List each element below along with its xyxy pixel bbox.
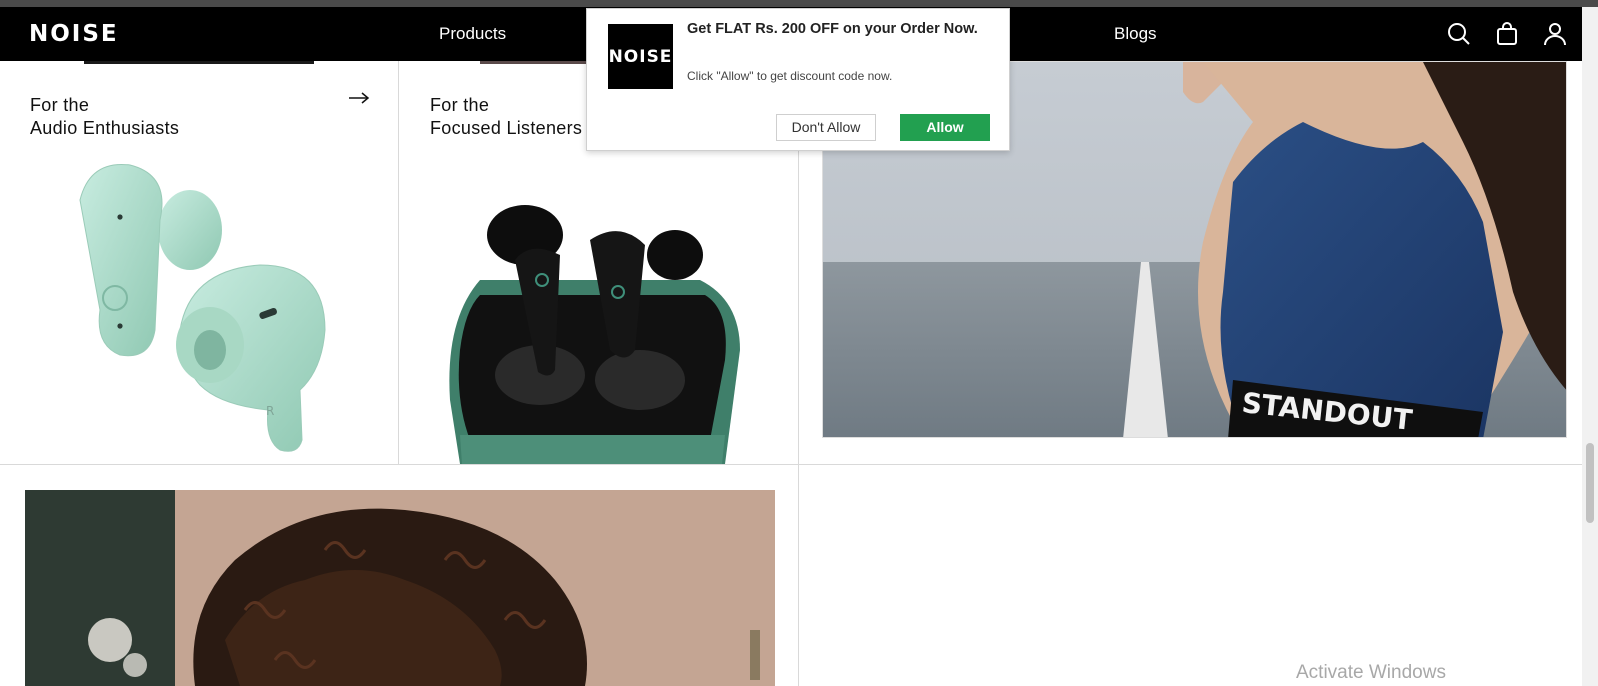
activate-windows-watermark: Activate Windows <box>1296 662 1446 683</box>
image-edge <box>84 61 314 64</box>
card-title-audio-enthusiasts[interactable]: For the Audio Enthusiasts <box>30 94 179 140</box>
card-title-line2: Audio Enthusiasts <box>30 118 180 138</box>
shopping-bag-icon[interactable] <box>1494 21 1520 47</box>
card-title-line1: For the <box>30 95 90 115</box>
brand-logo[interactable]: NOISE <box>29 23 119 46</box>
allow-button[interactable]: Allow <box>900 114 990 141</box>
search-icon[interactable] <box>1446 21 1472 47</box>
grid-divider <box>0 464 1582 465</box>
card-title-line1: For the <box>430 95 490 115</box>
arrow-right-icon[interactable] <box>347 88 371 108</box>
discount-notification-popup: NOISE Get FLAT Rs. 200 OFF on your Order… <box>586 8 1010 151</box>
image-edge <box>480 61 590 64</box>
user-icon[interactable] <box>1542 21 1568 47</box>
nav-link-blogs[interactable]: Blogs <box>1114 24 1157 44</box>
page: NOISE Products Blogs For the Audio Enthu… <box>0 0 1598 686</box>
card-title-line2: Focused Listeners <box>430 118 583 138</box>
nav-link-products[interactable]: Products <box>439 24 506 44</box>
card-title-focused-listeners[interactable]: For the Focused Listeners <box>430 94 582 140</box>
earbud-letter: R <box>266 404 274 418</box>
banner-image-curly-hair[interactable] <box>25 490 775 686</box>
dont-allow-button[interactable]: Don't Allow <box>776 114 876 141</box>
popup-text: Click "Allow" to get discount code now. <box>687 69 893 83</box>
page-scrollbar[interactable] <box>1582 7 1598 686</box>
popup-title: Get FLAT Rs. 200 OFF on your Order Now. <box>687 21 978 37</box>
product-image-black-earbuds-case[interactable] <box>440 200 750 464</box>
scrollbar-thumb[interactable] <box>1586 443 1594 523</box>
browser-top-strip <box>0 0 1598 7</box>
popup-brand-logo: NOISE <box>608 24 673 89</box>
grid-divider <box>798 61 799 686</box>
grid-divider <box>398 61 399 464</box>
product-image-mint-earbuds[interactable]: R <box>60 160 340 460</box>
